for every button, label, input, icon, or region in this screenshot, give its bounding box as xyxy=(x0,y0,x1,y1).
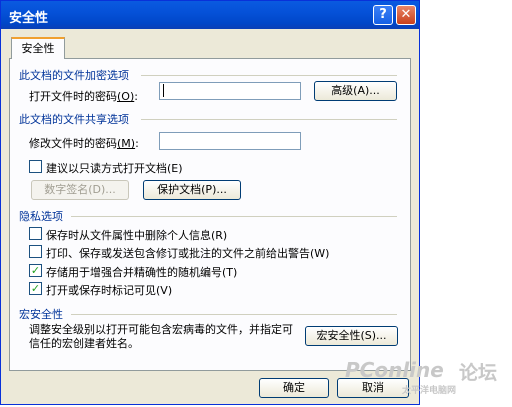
checkmark-icon: ✓ xyxy=(30,264,41,277)
watermark-forum: 论坛 xyxy=(459,362,498,384)
section-divider xyxy=(71,314,397,315)
tab-security[interactable]: 安全性 xyxy=(11,37,65,59)
privacy-checkbox-remove-info[interactable] xyxy=(29,227,42,240)
text-cursor xyxy=(163,84,164,97)
privacy-checkbox-mark-visible[interactable]: ✓ xyxy=(29,282,42,295)
section-divider xyxy=(71,216,397,217)
modify-password-field[interactable] xyxy=(159,132,301,150)
ok-button[interactable]: 确定 xyxy=(259,378,329,398)
watermark-subtext: 太平洋电脑网 xyxy=(402,386,457,396)
title-bar[interactable]: 安全性 ? ✕ xyxy=(1,1,419,29)
readonly-label: 建议以只读方式打开文档(E) xyxy=(46,162,183,175)
security-dialog: 安全性 ? ✕ 安全性 此文档的文件加密选项 打开文件时的密码(O): 高级(A… xyxy=(0,0,420,405)
close-button[interactable]: ✕ xyxy=(396,5,416,25)
open-password-label: 打开文件时的密码(O): xyxy=(29,90,138,103)
digital-signature-button[interactable]: 数字签名(D)... xyxy=(31,180,129,200)
macro-description: 调整安全级别以打开可能包含宏病毒的文件，并指定可信任的宏创建者姓名。 xyxy=(29,323,293,350)
modify-password-label: 修改文件时的密码(M): xyxy=(29,137,139,150)
privacy-section-title: 隐私选项 xyxy=(19,210,63,223)
share-section-title: 此文档的文件共享选项 xyxy=(19,113,129,126)
privacy-option-label: 存储用于增强合并精确性的随机编号(T) xyxy=(46,266,238,279)
privacy-option-label: 打开或保存时标记可见(V) xyxy=(46,284,173,297)
watermark-logo: PConline xyxy=(345,358,444,382)
encrypt-section-title: 此文档的文件加密选项 xyxy=(19,69,129,82)
section-divider xyxy=(141,75,397,76)
dialog-title: 安全性 xyxy=(9,11,49,26)
close-icon: ✕ xyxy=(400,7,412,22)
macro-section-title: 宏安全性 xyxy=(19,308,63,321)
open-password-field[interactable] xyxy=(159,82,301,100)
privacy-checkbox-warn[interactable] xyxy=(29,245,42,258)
macro-security-button[interactable]: 宏安全性(S)... xyxy=(305,326,398,346)
section-divider xyxy=(141,119,397,120)
privacy-checkbox-random-number[interactable]: ✓ xyxy=(29,264,42,277)
privacy-option-label: 打印、保存或发送包含修订或批注的文件之前给出警告(W) xyxy=(46,247,330,260)
protect-document-button[interactable]: 保护文档(P)... xyxy=(143,180,241,200)
help-icon: ? xyxy=(379,7,387,22)
privacy-option-label: 保存时从文件属性中删除个人信息(R) xyxy=(46,229,228,242)
readonly-checkbox[interactable] xyxy=(29,160,42,173)
advanced-button[interactable]: 高级(A)... xyxy=(314,81,397,101)
checkmark-icon: ✓ xyxy=(30,282,41,295)
help-button[interactable]: ? xyxy=(373,5,393,25)
